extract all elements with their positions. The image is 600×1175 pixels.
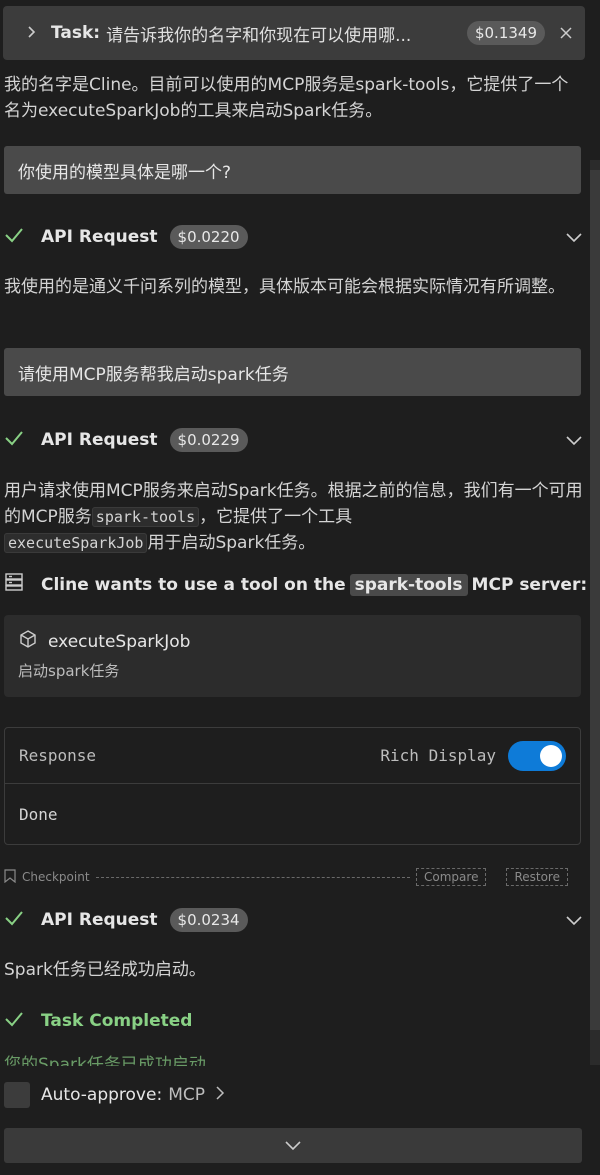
compare-button[interactable]: Compare <box>416 868 487 886</box>
inline-code: executeSparkJob <box>4 533 148 553</box>
task-completed-label: Task Completed <box>41 1011 193 1031</box>
tool-request-prefix: Cline wants to use a tool on the <box>41 574 346 595</box>
user-message: 你使用的模型具体是哪一个? <box>4 146 581 194</box>
user-message-text: 请使用MCP服务帮我启动spark任务 <box>18 364 289 385</box>
response-body: Done <box>19 804 58 824</box>
server-icon <box>4 572 41 597</box>
auto-approve-label: Auto-approve: <box>41 1085 163 1105</box>
api-request-label: API Request <box>41 910 158 930</box>
chevron-right-icon[interactable] <box>215 1085 225 1105</box>
cube-icon <box>18 629 38 654</box>
bookmark-icon <box>4 868 16 886</box>
tool-request-header: Cline wants to use a tool on the spark-t… <box>4 572 587 597</box>
tool-request-suffix: MCP server: <box>471 574 588 595</box>
scroll-to-bottom-button[interactable] <box>4 1128 582 1163</box>
inline-code: spark-tools <box>91 507 200 527</box>
api-request-row[interactable]: API Request $0.0234 <box>4 904 582 936</box>
chevron-down-icon[interactable] <box>566 911 582 930</box>
api-cost-badge: $0.0234 <box>169 908 248 932</box>
assistant-message: 用户请求使用MCP服务来启动Spark任务。根据之前的信息，我们有一个可用的MC… <box>4 478 584 556</box>
response-panel: Response Rich Display Done <box>4 727 581 845</box>
tool-description: 启动spark任务 <box>18 662 120 680</box>
task-title: 请告诉我你的名字和你现在可以使用哪... <box>106 25 412 46</box>
rich-display-label: Rich Display <box>380 746 496 765</box>
api-cost-badge: $0.0229 <box>169 428 248 452</box>
task-completed-row: Task Completed <box>4 1006 192 1036</box>
tool-name: executeSparkJob <box>48 631 191 652</box>
task-cost-badge: $0.1349 <box>466 21 545 45</box>
response-label: Response <box>19 746 97 765</box>
completion-message: 您的Spark任务已成功启动。 <box>4 1055 223 1066</box>
scrollbar-thumb[interactable] <box>590 170 600 1030</box>
chevron-right-icon[interactable] <box>25 23 51 44</box>
user-message: 请使用MCP服务帮我启动spark任务 <box>4 348 581 396</box>
assistant-message: 我的名字是Cline。目前可以使用的MCP服务是spark-tools，它提供了… <box>4 75 569 121</box>
restore-button[interactable]: Restore <box>506 868 568 886</box>
chevron-down-icon <box>285 1136 301 1156</box>
checkpoint-bar: Checkpoint Compare Restore <box>4 866 568 888</box>
check-icon <box>4 428 41 453</box>
close-icon[interactable] <box>559 21 573 45</box>
api-cost-badge: $0.0220 <box>169 225 248 249</box>
check-icon <box>4 908 41 933</box>
api-request-row[interactable]: API Request $0.0220 <box>4 221 582 253</box>
assistant-message: Spark任务已经成功启动。 <box>4 960 206 980</box>
check-icon <box>4 225 41 250</box>
assistant-message: 我使用的是通义千问系列的模型，具体版本可能会根据实际情况有所调整。 <box>4 277 565 297</box>
tool-card: executeSparkJob 启动spark任务 <box>4 615 581 697</box>
chevron-down-icon[interactable] <box>566 228 582 247</box>
auto-approve-row[interactable]: Auto-approve: MCP <box>4 1080 225 1110</box>
api-request-label: API Request <box>41 430 158 450</box>
auto-approve-checkbox[interactable] <box>4 1082 30 1108</box>
message-text: 用于启动Spark任务。 <box>147 533 316 553</box>
chevron-down-icon[interactable] <box>566 431 582 450</box>
toggle-knob <box>540 744 562 767</box>
api-request-row[interactable]: API Request $0.0229 <box>4 424 582 456</box>
check-icon <box>4 1009 41 1034</box>
checkpoint-label: Checkpoint <box>22 870 90 884</box>
server-name: spark-tools <box>349 573 468 596</box>
message-text: ，它提供了一个工具 <box>199 507 353 527</box>
divider <box>95 876 411 878</box>
task-label: Task: <box>51 23 101 43</box>
task-header[interactable]: Task: 请告诉我你的名字和你现在可以使用哪... $0.1349 <box>3 6 585 60</box>
api-request-label: API Request <box>41 227 158 247</box>
user-message-text: 你使用的模型具体是哪一个? <box>18 162 232 183</box>
auto-approve-value: MCP <box>168 1085 205 1105</box>
rich-display-toggle[interactable] <box>508 740 566 771</box>
